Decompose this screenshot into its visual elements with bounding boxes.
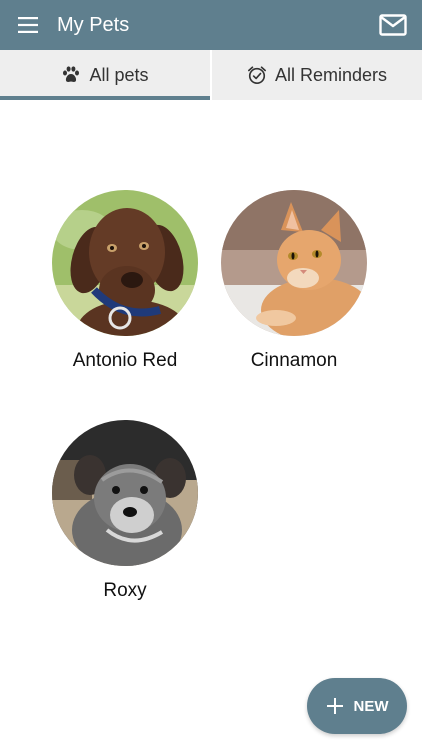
- mail-icon: [379, 14, 407, 36]
- plus-icon: [326, 698, 343, 714]
- pet-name: Cinnamon: [250, 350, 338, 371]
- tab-all-pets[interactable]: All pets: [0, 50, 210, 100]
- new-button-label: NEW: [353, 697, 389, 715]
- tab-label: All pets: [89, 64, 149, 85]
- pet-photo-dog: [52, 190, 198, 336]
- page-title: My Pets: [57, 13, 130, 36]
- pet-photo-cat: [221, 190, 367, 336]
- alarm-check-icon: [247, 66, 266, 84]
- pet-card[interactable]: Antonio Red: [40, 190, 210, 390]
- pet-name: Roxy: [103, 580, 147, 601]
- tab-bar: All pets All Reminders: [0, 50, 422, 100]
- pet-name: Antonio Red: [72, 350, 178, 371]
- pet-card[interactable]: Roxy: [40, 420, 210, 620]
- app-bar: My Pets: [0, 0, 422, 50]
- new-pet-button[interactable]: NEW: [307, 678, 407, 734]
- pet-card[interactable]: Cinnamon: [209, 190, 379, 390]
- menu-icon: [18, 17, 38, 33]
- menu-button[interactable]: [0, 0, 56, 50]
- pet-photo-puppy: [52, 420, 198, 566]
- selected-tab-indicator: [0, 96, 210, 100]
- mail-button[interactable]: [368, 0, 418, 50]
- paw-icon: [63, 66, 80, 82]
- tab-label: All Reminders: [274, 64, 388, 85]
- tab-all-reminders[interactable]: All Reminders: [212, 50, 422, 100]
